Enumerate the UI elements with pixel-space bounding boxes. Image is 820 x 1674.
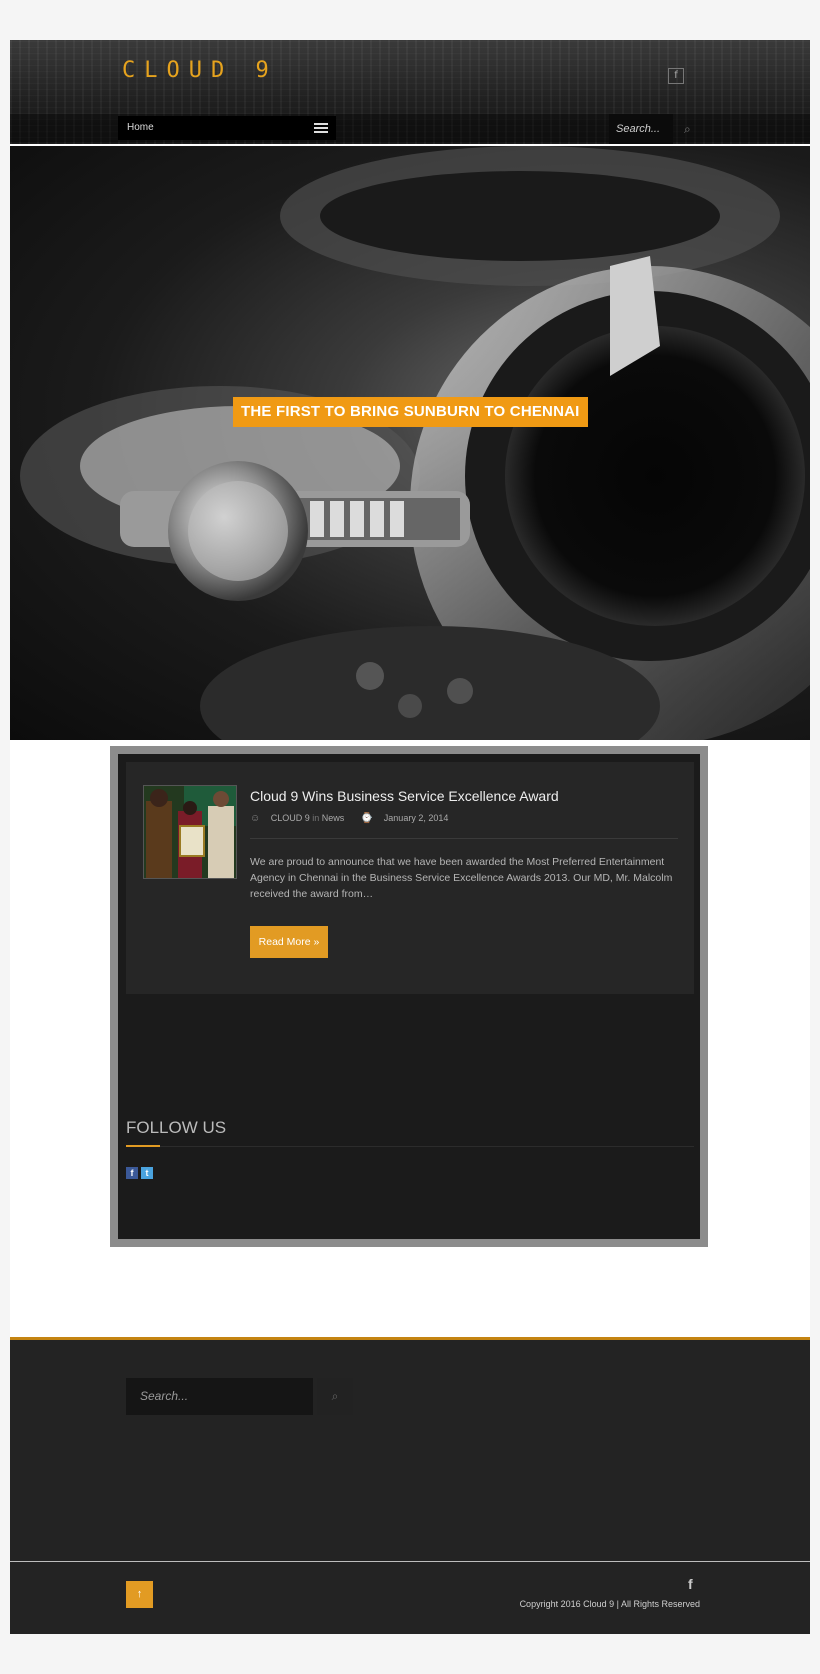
content-frame: Cloud 9 Wins Business Service Excellence…	[110, 746, 708, 1247]
header-search-input[interactable]: Search...	[609, 114, 673, 144]
social-links: ft	[126, 1163, 156, 1181]
clock-icon: ⌚	[360, 813, 374, 824]
post-date: January 2, 2014	[383, 813, 449, 823]
blog-post-card: Cloud 9 Wins Business Service Excellence…	[126, 762, 694, 994]
post-divider	[250, 838, 678, 839]
back-to-top-button[interactable]: ↑	[126, 1581, 153, 1608]
nav-menu-home[interactable]: Home	[118, 116, 336, 140]
footer-search-input[interactable]: Search...	[126, 1378, 313, 1415]
nav-home-label[interactable]: Home	[127, 122, 154, 133]
twitter-icon[interactable]: t	[141, 1167, 153, 1179]
site-logo[interactable]: CLOUD 9	[122, 58, 278, 83]
follow-us-heading: FOLLOW US	[126, 1118, 227, 1137]
user-icon: ☺	[250, 813, 261, 824]
site-footer: Search... ⌕ ↑ f Copyright 2016 Cloud 9 |…	[10, 1337, 810, 1634]
follow-divider	[126, 1146, 694, 1147]
read-more-button[interactable]: Read More »	[250, 926, 328, 958]
search-icon[interactable]: ⌕	[684, 122, 691, 137]
post-author[interactable]: CLOUD 9	[271, 813, 310, 823]
post-category[interactable]: News	[322, 813, 345, 823]
site-header: CLOUD 9 f Home Search... ⌕	[10, 40, 810, 144]
post-meta: ☺ CLOUD 9 in News ⌚ January 2, 2014	[250, 813, 448, 824]
post-thumbnail[interactable]	[143, 785, 237, 879]
content-area: Cloud 9 Wins Business Service Excellence…	[118, 754, 700, 1239]
search-icon[interactable]: ⌕	[317, 1378, 353, 1415]
facebook-icon[interactable]: f	[668, 68, 684, 84]
follow-accent-bar	[126, 1145, 160, 1147]
award-photo-image	[144, 786, 236, 878]
post-in-label: in	[312, 813, 320, 823]
facebook-icon[interactable]: f	[126, 1167, 138, 1179]
copyright-text: Copyright 2016 Cloud 9 | All Rights Rese…	[519, 1599, 700, 1609]
post-title[interactable]: Cloud 9 Wins Business Service Excellence…	[250, 788, 559, 804]
hero-headline-badge: THE FIRST TO BRING SUNBURN TO CHENNAI	[233, 397, 588, 427]
hero-banner: THE FIRST TO BRING SUNBURN TO CHENNAI	[10, 146, 810, 740]
page: CLOUD 9 f Home Search... ⌕ THE FIRST TO …	[10, 40, 810, 1634]
post-excerpt: We are proud to announce that we have be…	[250, 856, 673, 900]
footer-divider	[10, 1561, 810, 1562]
facebook-icon[interactable]: f	[688, 1576, 693, 1592]
headphones-image	[20, 146, 810, 740]
hamburger-menu-icon[interactable]	[314, 121, 328, 134]
